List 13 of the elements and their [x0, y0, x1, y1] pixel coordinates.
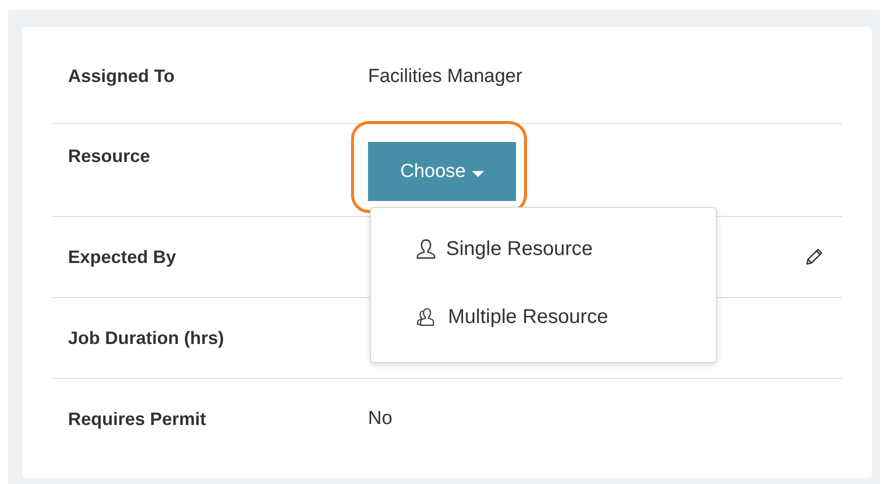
person-icon [416, 238, 436, 260]
pencil-icon[interactable] [804, 247, 824, 267]
field-label: Requires Permit [67, 408, 208, 430]
field-value: No [368, 408, 392, 429]
field-label: Expected By [67, 246, 178, 268]
field-value: Facilities Manager [368, 66, 522, 87]
menu-item[interactable]: Single Resource [371, 233, 716, 265]
field-label: Assigned To [67, 66, 176, 87]
field-label: Job Duration (hrs) [67, 328, 225, 348]
menu-item[interactable]: Multiple Resource [371, 301, 716, 333]
field-label: Resource [67, 146, 152, 167]
caret-icon [472, 170, 484, 176]
choose-button[interactable]: Choose [368, 142, 516, 201]
